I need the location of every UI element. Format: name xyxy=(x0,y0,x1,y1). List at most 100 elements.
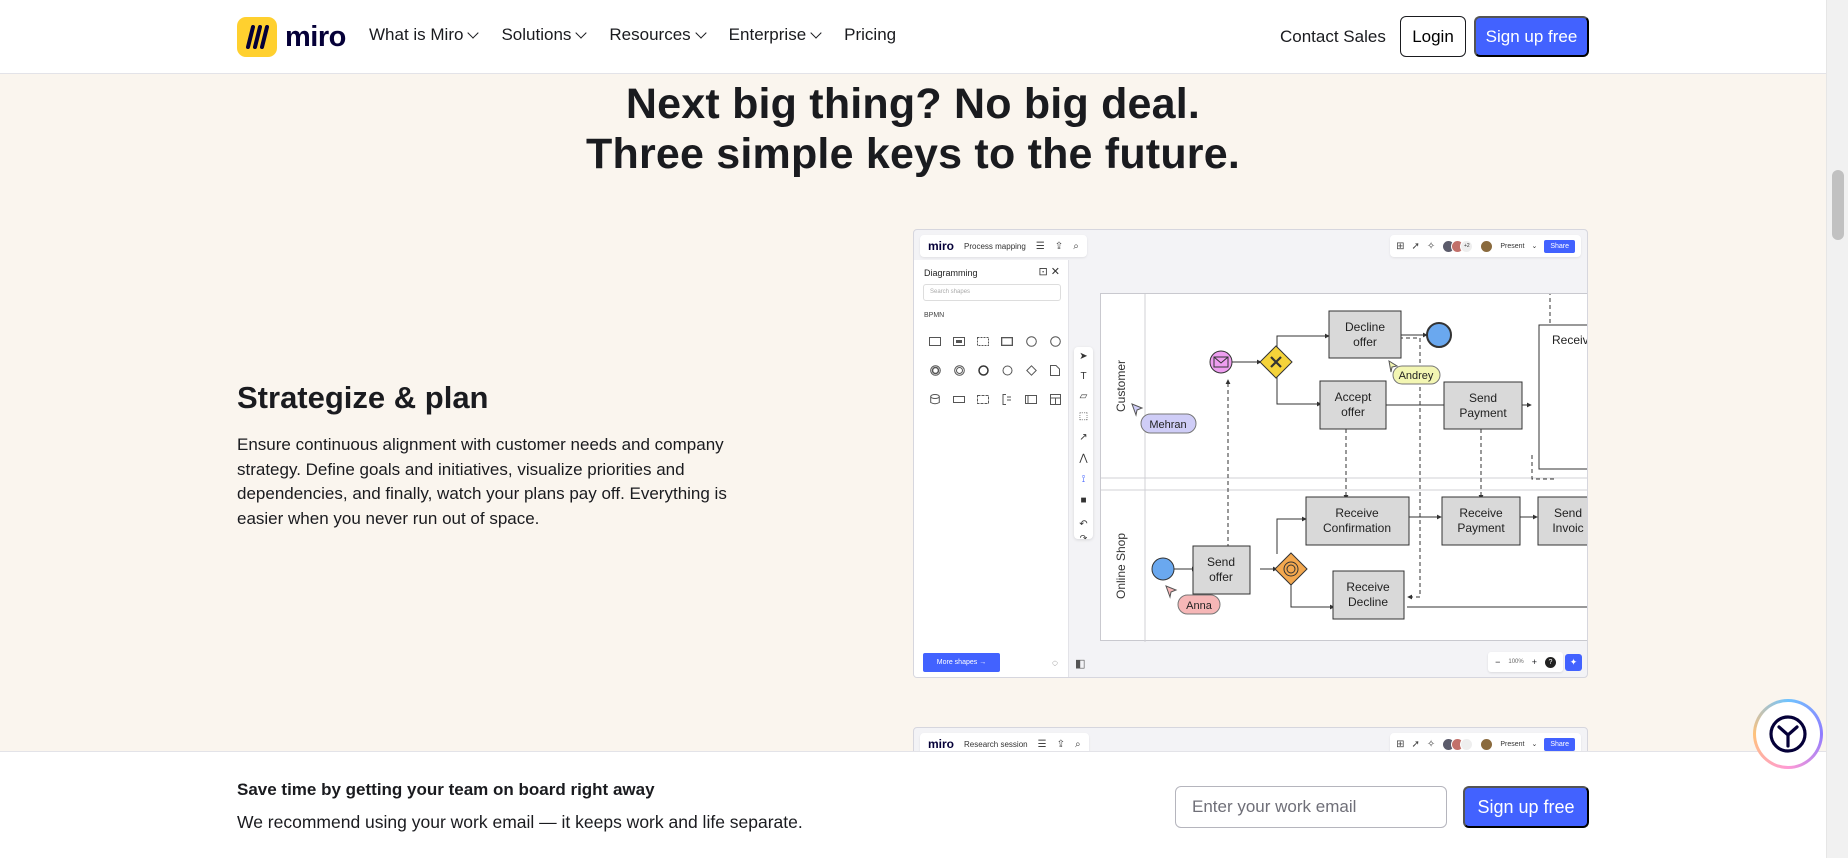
signup-banner: Save time by getting your team on board … xyxy=(0,751,1826,858)
database-icon xyxy=(923,385,947,414)
more-shapes-button: More shapes → xyxy=(923,653,1000,672)
node-label: Send xyxy=(1554,506,1582,520)
zoom-controls: − 100% + ? xyxy=(1488,652,1563,672)
document-icon xyxy=(1043,356,1067,385)
panel-toggle-icon: ◧ xyxy=(1075,658,1086,670)
board-name: Process mapping xyxy=(964,241,1026,251)
contact-sales-link[interactable]: Contact Sales xyxy=(1280,27,1386,47)
chevron-down-icon xyxy=(467,27,480,39)
node-label: Send xyxy=(1469,391,1497,405)
nav-what-is-miro[interactable]: What is Miro xyxy=(369,25,480,45)
chat-icon: ◌ xyxy=(1052,658,1058,669)
collaborator-avatars: +2 xyxy=(1442,239,1474,253)
hero-title-line-1: Next big thing? No big deal. xyxy=(625,80,1201,128)
node-label: Payment xyxy=(1457,521,1505,535)
thick-rect-icon xyxy=(995,327,1019,356)
nav-label: Enterprise xyxy=(728,25,807,44)
upload-icon: ⇪ xyxy=(1056,738,1065,750)
table-icon xyxy=(1043,385,1067,414)
zoom-in-icon: + xyxy=(1531,657,1537,667)
nav-label: What is Miro xyxy=(369,25,464,44)
cursor-label: Mehran xyxy=(1149,419,1186,431)
shape-category: BPMN xyxy=(924,312,945,319)
cursor-icon: ➚ xyxy=(1411,738,1420,750)
double-circle-icon xyxy=(923,356,947,385)
shapes-icon: ⬚ xyxy=(1078,411,1089,422)
node-label: Receive xyxy=(1346,580,1390,594)
text-icon: T xyxy=(1080,371,1087,382)
dashed-rect-icon xyxy=(971,327,995,356)
node-label: Decline xyxy=(1348,595,1388,609)
node-label: Payment xyxy=(1459,406,1507,420)
assistant-widget[interactable] xyxy=(1753,699,1823,769)
lane-label-customer: Customer xyxy=(1114,360,1128,412)
node-label: Accept xyxy=(1335,390,1372,404)
miro-logo[interactable]: miro xyxy=(237,17,346,57)
nav-label: Solutions xyxy=(501,25,572,44)
cursor-label: Andrey xyxy=(1399,370,1434,382)
node-label: Decline xyxy=(1345,320,1385,334)
node-label: Receive xyxy=(1459,506,1503,520)
node-label: Receive xyxy=(1335,506,1379,520)
node-label: Send xyxy=(1207,555,1235,569)
cursor-andrey: Andrey xyxy=(1388,359,1441,385)
close-icon: ⊡ ✕ xyxy=(1038,266,1061,278)
node-label: Receiv xyxy=(1552,333,1588,347)
user-avatar xyxy=(1480,737,1494,751)
diagramming-panel: Diagramming ⊡ ✕ Search shapes BPMN More … xyxy=(914,260,1069,677)
bpmn-canvas: Customer Online Shop Decline offer Accep… xyxy=(1100,293,1588,642)
start-event xyxy=(1151,557,1175,581)
menu-icon: ☰ xyxy=(1037,738,1047,750)
chevron-down-icon: ⌄ xyxy=(1531,741,1538,748)
cursor-label: Anna xyxy=(1186,600,1213,612)
pen-icon: ⋀ xyxy=(1079,453,1088,464)
product-screenshot: miro Process mapping ☰ ⇪ ⌕ ⊞ ➚ ✧ +2 Pres… xyxy=(913,229,1588,678)
node-label: Confirmation xyxy=(1323,521,1391,535)
share-button: Share xyxy=(1544,737,1575,751)
creation-toolbar: ➤ T ▱ ⬚ ↗ ⋀ ⟟ ■ ↶ ↷ xyxy=(1074,347,1093,543)
banner-title: Save time by getting your team on board … xyxy=(237,780,655,799)
group-icon xyxy=(971,385,995,414)
user-avatar xyxy=(1480,239,1494,253)
end-event xyxy=(1426,322,1452,348)
nav-solutions[interactable]: Solutions xyxy=(501,25,588,45)
chevron-down-icon xyxy=(695,27,707,39)
apps-icon: ⊞ xyxy=(1396,738,1405,750)
node-label: offer xyxy=(1353,335,1377,349)
chevron-down-icon: ⌄ xyxy=(1531,243,1538,250)
search-icon: ⌕ xyxy=(1073,240,1079,252)
board-name: Research session xyxy=(964,739,1028,749)
ai-assist-icon: ✦ xyxy=(1565,654,1582,671)
section-description: Ensure continuous alignment with custome… xyxy=(237,435,727,528)
nav-resources[interactable]: Resources xyxy=(609,25,707,45)
message-event xyxy=(1209,350,1233,374)
work-email-input[interactable] xyxy=(1175,786,1447,828)
signup-button[interactable]: Sign up free xyxy=(1474,16,1589,57)
pool-icon xyxy=(1019,385,1043,414)
cursor-mehran: Mehran xyxy=(1131,403,1197,434)
upload-icon: ⇪ xyxy=(1054,240,1064,252)
node-label: Invoic xyxy=(1552,521,1583,535)
annotation-icon xyxy=(995,385,1019,414)
present-button: Present xyxy=(1500,242,1525,250)
nav-pricing[interactable]: Pricing xyxy=(844,25,896,45)
zoom-out-icon: − xyxy=(1495,657,1501,667)
banner-subtitle: We recommend using your work email — it … xyxy=(237,812,803,832)
apps-icon: ⊞ xyxy=(1396,240,1405,252)
login-button[interactable]: Login xyxy=(1400,16,1466,57)
chevron-down-icon xyxy=(810,27,822,39)
search-icon: ⌕ xyxy=(1074,738,1081,750)
main-menu: What is Miro Solutions Resources Enterpr… xyxy=(369,25,896,45)
banner-signup-button[interactable]: Sign up free xyxy=(1463,786,1589,828)
oval-icon xyxy=(995,356,1019,385)
event-gateway xyxy=(1274,552,1308,586)
redo-icon: ↷ xyxy=(1079,533,1088,543)
board-actions: ⊞ ➚ ✧ +2 Present ⌄ Share xyxy=(1390,235,1581,257)
board-header: miro Process mapping ☰ ⇪ ⌕ xyxy=(920,235,1087,257)
connector-icon: ↗ xyxy=(1079,432,1088,443)
scrollbar-thumb[interactable] xyxy=(1832,170,1844,240)
nav-enterprise[interactable]: Enterprise xyxy=(728,25,822,45)
hero-title-line-2: Three simple keys to the future. xyxy=(586,130,1240,178)
assistant-icon xyxy=(1756,702,1820,766)
page-scrollbar[interactable] xyxy=(1826,0,1848,858)
